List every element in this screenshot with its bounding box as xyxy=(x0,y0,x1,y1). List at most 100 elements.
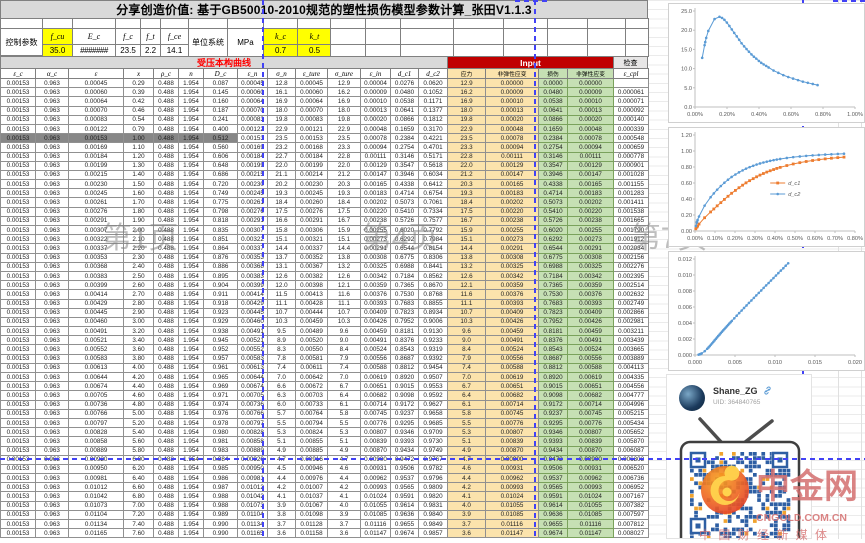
table-cell[interactable]: 0.00588 xyxy=(361,364,391,373)
table-cell[interactable]: 0.00153 xyxy=(1,502,36,511)
param-ft-label[interactable]: f_t xyxy=(140,28,161,45)
table-cell[interactable]: 1.954 xyxy=(179,171,204,180)
table-cell[interactable]: 0.00993 xyxy=(568,483,614,492)
table-cell[interactable]: 1.10 xyxy=(124,143,154,152)
table-cell[interactable]: 0.00260 xyxy=(296,198,328,207)
table-cell[interactable]: 1.954 xyxy=(179,428,204,437)
table-cell[interactable]: 0.0866 xyxy=(539,116,568,125)
table-cell[interactable]: 5.00 xyxy=(124,410,154,419)
table-cell[interactable]: 0.00013 xyxy=(486,107,539,116)
table-cell[interactable]: 0.9636 xyxy=(391,511,419,520)
table-cell[interactable]: 0.00060 xyxy=(69,88,124,97)
table-cell[interactable]: 0.00202 xyxy=(486,198,539,207)
table-cell[interactable]: 0.00048 xyxy=(486,125,539,134)
table-cell[interactable]: 0.963 xyxy=(36,88,69,97)
table-cell[interactable]: 0.00619 xyxy=(486,373,539,382)
table-cell[interactable]: 0.00306 xyxy=(296,226,328,235)
table-cell[interactable]: 0.00524 xyxy=(486,345,539,354)
table-cell[interactable]: 0.01085 xyxy=(361,511,391,520)
table-cell[interactable]: 0.9346 xyxy=(539,428,568,437)
table-cell[interactable]: 0.00588 xyxy=(486,364,539,373)
table-cell[interactable]: 0.00111 xyxy=(361,153,391,162)
table-cell[interactable]: 0.963 xyxy=(36,327,69,336)
table-cell[interactable]: 0.003211 xyxy=(614,327,649,336)
table-cell[interactable]: 0.00153 xyxy=(1,162,36,171)
table-cell[interactable]: 22.8 xyxy=(328,153,361,162)
table-cell[interactable]: 0.01158 xyxy=(296,529,328,538)
table-cell[interactable]: 0.976 xyxy=(204,410,238,419)
table-cell[interactable]: 0.989 xyxy=(204,511,238,520)
table-cell[interactable]: 0.00383 xyxy=(69,272,124,281)
table-cell[interactable]: 0.488 xyxy=(154,263,179,272)
table-cell[interactable]: 5.5 xyxy=(328,419,361,428)
table-cell[interactable]: 1.954 xyxy=(179,419,204,428)
table-cell[interactable]: 1.954 xyxy=(179,235,204,244)
table-cell[interactable]: 0.00153 xyxy=(1,198,36,207)
table-cell[interactable]: 0.00714 xyxy=(486,401,539,410)
table-cell[interactable]: 0.00064 xyxy=(296,97,328,106)
table-cell[interactable]: 1.954 xyxy=(179,391,204,400)
table-cell[interactable]: 0.087 xyxy=(204,79,238,88)
table-cell[interactable]: 0.005434 xyxy=(614,419,649,428)
table-cell[interactable]: 1.954 xyxy=(179,134,204,143)
table-cell[interactable]: 1.954 xyxy=(179,483,204,492)
table-cell[interactable]: 8.9 xyxy=(268,336,296,345)
table-cell[interactable]: 0.005215 xyxy=(614,410,649,419)
table-cell[interactable]: 0.488 xyxy=(154,189,179,198)
table-cell[interactable]: 0.00245 xyxy=(296,189,328,198)
table-cell[interactable]: 0.00858 xyxy=(69,437,124,446)
table-cell[interactable]: 0.2384 xyxy=(391,134,419,143)
table-cell[interactable]: 5.7 xyxy=(268,410,296,419)
table-cell[interactable]: 0.00122 xyxy=(69,125,124,134)
table-cell[interactable]: 0.8376 xyxy=(539,336,568,345)
table-cell[interactable]: 1.50 xyxy=(124,180,154,189)
table-cell[interactable]: 0.01024 xyxy=(568,492,614,501)
table-cell[interactable]: 0.000140 xyxy=(614,116,649,125)
table-cell[interactable]: 0.5618 xyxy=(419,162,448,171)
table-cell[interactable]: 0.001028 xyxy=(614,171,649,180)
table-cell[interactable]: 0.00013 xyxy=(361,107,391,116)
table-cell[interactable]: 19.3 xyxy=(268,189,296,198)
table-cell[interactable]: 0.5726 xyxy=(539,217,568,226)
table-cell[interactable]: 0.00459 xyxy=(486,327,539,336)
table-cell[interactable]: 18.0 xyxy=(448,107,486,116)
table-cell[interactable]: 6.60 xyxy=(124,483,154,492)
table-cell[interactable]: 0.818 xyxy=(204,217,238,226)
table-cell[interactable]: 17.5 xyxy=(328,208,361,217)
table-cell[interactable]: 0.160 xyxy=(204,97,238,106)
table-cell[interactable]: 0.9709 xyxy=(419,428,448,437)
table-cell[interactable]: 0.00020 xyxy=(361,116,391,125)
table-cell[interactable]: 16.2 xyxy=(328,88,361,97)
table-cell[interactable]: 0.488 xyxy=(154,364,179,373)
table-cell[interactable]: 0.488 xyxy=(154,437,179,446)
table-cell[interactable]: 0.000778 xyxy=(614,153,649,162)
table-cell[interactable]: 0.00000 xyxy=(486,79,539,88)
table-cell[interactable]: 0.00776 xyxy=(486,419,539,428)
empty-cell[interactable] xyxy=(547,28,588,45)
table-cell[interactable]: 5.1 xyxy=(448,437,486,446)
table-cell[interactable]: 0.00184 xyxy=(69,153,124,162)
table-cell[interactable]: 0.7683 xyxy=(391,300,419,309)
table-cell[interactable]: 1.954 xyxy=(179,309,204,318)
table-cell[interactable]: 0.00183 xyxy=(486,189,539,198)
table-cell[interactable]: 0.00828 xyxy=(69,428,124,437)
table-cell[interactable]: 0.8376 xyxy=(391,336,419,345)
table-cell[interactable]: 0.00642 xyxy=(296,373,328,382)
table-cell[interactable]: 9.0 xyxy=(448,336,486,345)
table-cell[interactable]: 1.954 xyxy=(179,364,204,373)
param-fce-label[interactable]: f_ce xyxy=(160,28,189,45)
table-cell[interactable]: 0.3547 xyxy=(391,162,419,171)
table-cell[interactable]: 0.957 xyxy=(204,355,238,364)
table-cell[interactable]: 0.3547 xyxy=(539,162,568,171)
table-cell[interactable]: 0.00745 xyxy=(361,410,391,419)
table-cell[interactable]: 12.8 xyxy=(268,79,296,88)
table-cell[interactable]: 0.00714 xyxy=(568,401,614,410)
table-cell[interactable]: 0.00153 xyxy=(1,373,36,382)
table-cell[interactable]: 0.00153 xyxy=(69,134,124,143)
empty-cell[interactable] xyxy=(365,28,401,45)
column-header[interactable]: ε_cpl xyxy=(614,68,649,79)
table-cell[interactable]: 0.488 xyxy=(154,290,179,299)
table-cell[interactable]: 0.7184 xyxy=(539,272,568,281)
table-cell[interactable]: 0.00153 xyxy=(1,511,36,520)
table-cell[interactable]: 0.00153 xyxy=(1,235,36,244)
